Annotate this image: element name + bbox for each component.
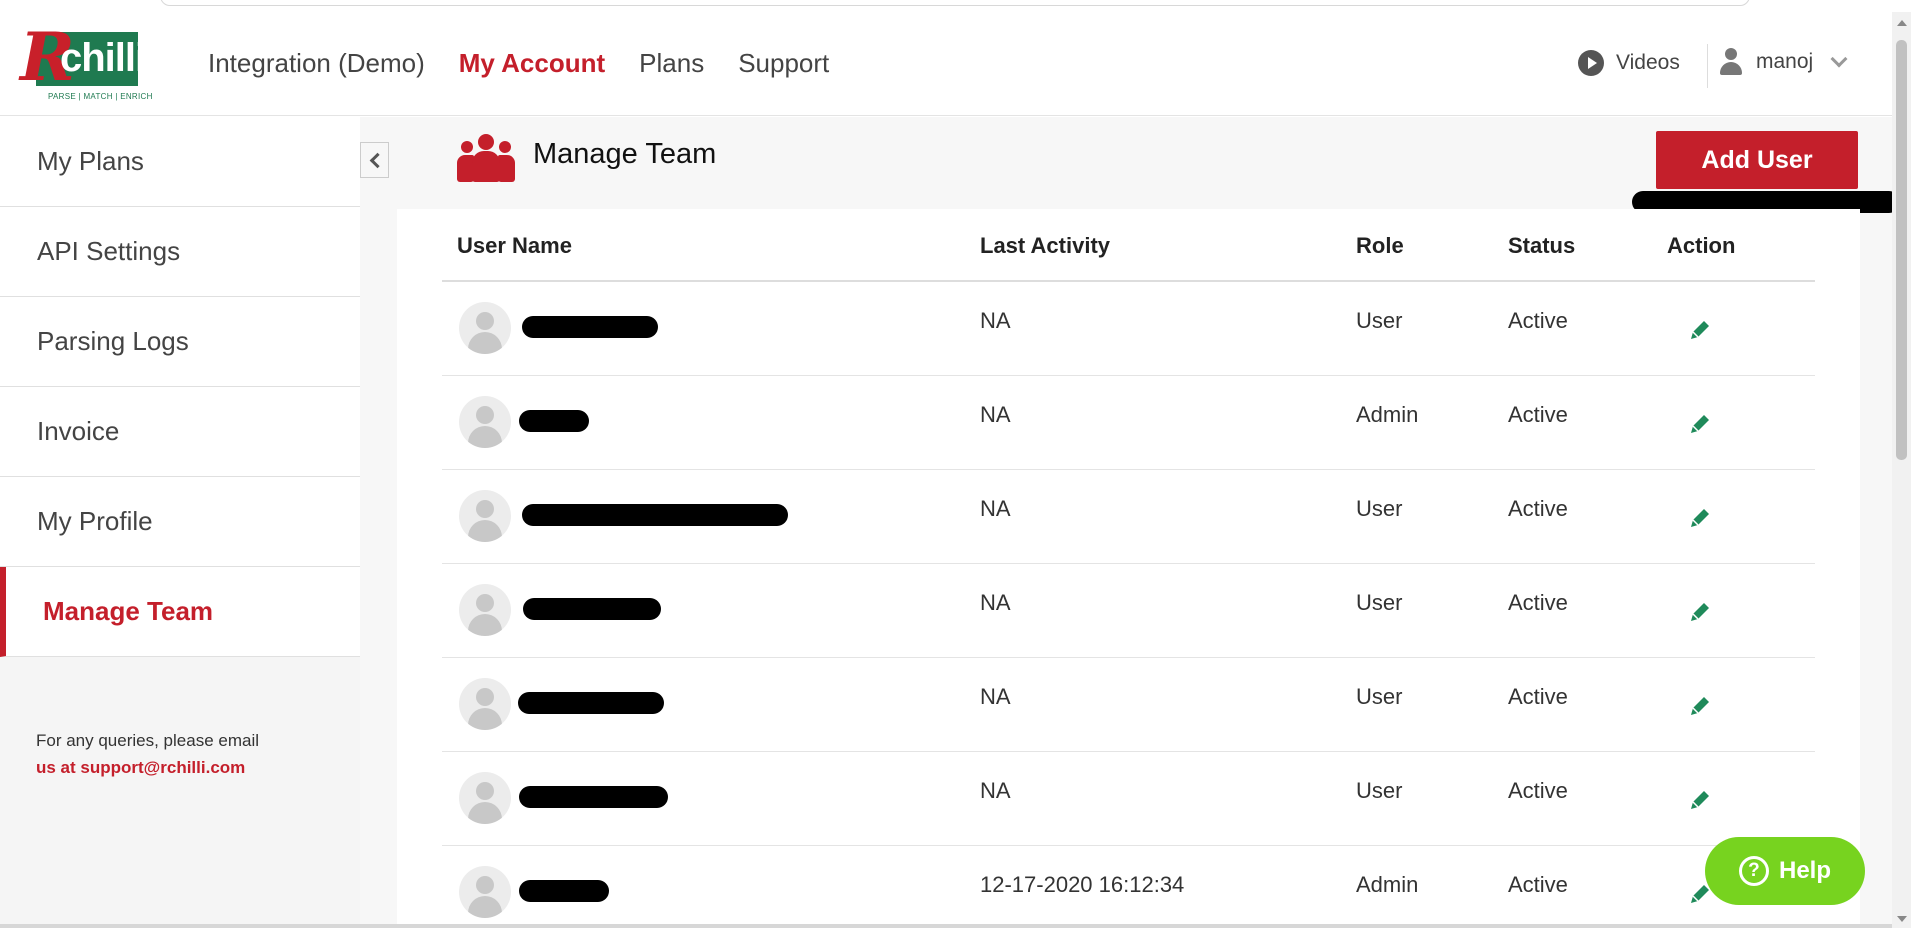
support-note: For any queries, please email us at supp… <box>36 727 259 781</box>
status: Active <box>1508 496 1568 521</box>
team-table-card: User Name Last Activity Role Status Acti… <box>397 209 1860 928</box>
header-divider <box>1707 44 1708 88</box>
sidebar-item-my-profile[interactable]: My Profile <box>0 477 360 567</box>
address-bar-edge <box>160 0 1750 6</box>
table-row: NA User Active <box>442 752 1815 846</box>
chevron-down-icon <box>1830 50 1848 68</box>
table-row: NA Admin Active <box>442 376 1815 470</box>
redacted-user-name <box>519 410 589 432</box>
avatar <box>459 584 511 636</box>
play-icon <box>1578 50 1604 76</box>
avatar <box>459 772 511 824</box>
redacted-user-name <box>518 692 664 714</box>
edit-pencil-icon[interactable] <box>1687 317 1713 343</box>
avatar <box>459 866 511 918</box>
user-menu[interactable]: manoj <box>1718 48 1848 76</box>
top-nav: Integration (Demo) My Account Plans Supp… <box>208 48 829 79</box>
role: User <box>1356 778 1403 803</box>
status: Active <box>1508 402 1568 427</box>
status: Active <box>1508 590 1568 615</box>
table-header: User Name Last Activity Role Status Acti… <box>442 209 1815 282</box>
support-note-text: For any queries, please email <box>36 731 260 750</box>
column-status: Status <box>1508 233 1576 258</box>
rchilli-logo[interactable]: R chilli PARSE | MATCH | ENRICH <box>20 22 152 106</box>
team-icon <box>457 134 515 182</box>
scroll-down-arrow-icon[interactable] <box>1897 916 1907 922</box>
sidebar-collapse-button[interactable] <box>360 142 389 178</box>
edit-pencil-icon[interactable] <box>1687 599 1713 625</box>
question-icon: ? <box>1738 856 1769 886</box>
avatar <box>459 396 511 448</box>
nav-integration-demo[interactable]: Integration (Demo) <box>208 48 425 79</box>
edit-pencil-icon[interactable] <box>1687 787 1713 813</box>
help-button[interactable]: ? Help <box>1705 837 1865 905</box>
nav-my-account[interactable]: My Account <box>459 48 605 79</box>
browser-top-strip <box>0 0 1911 12</box>
table-row: NA User Active <box>442 470 1815 564</box>
role: User <box>1356 496 1403 521</box>
table-row: NA User Active <box>442 658 1815 752</box>
role: Admin <box>1356 402 1419 427</box>
column-role: Role <box>1356 233 1404 258</box>
scroll-up-arrow-icon[interactable] <box>1897 20 1907 26</box>
logo-tagline: PARSE | MATCH | ENRICH <box>48 92 153 101</box>
table-row: 12-17-2020 16:12:34 Admin Active <box>442 846 1815 928</box>
column-action: Action <box>1667 233 1736 258</box>
role: User <box>1356 684 1403 709</box>
sidebar-item-my-plans[interactable]: My Plans <box>0 117 360 207</box>
last-activity: NA <box>980 308 1011 333</box>
redacted-user-name <box>522 504 788 526</box>
app-header: R chilli PARSE | MATCH | ENRICH Integrat… <box>0 12 1892 116</box>
add-user-button[interactable]: Add User <box>1656 131 1858 189</box>
sidebar-item-invoice[interactable]: Invoice <box>0 387 360 477</box>
last-activity: NA <box>980 684 1011 709</box>
status: Active <box>1508 684 1568 709</box>
nav-support[interactable]: Support <box>738 48 829 79</box>
username: manoj <box>1756 50 1814 73</box>
last-activity: NA <box>980 778 1011 803</box>
videos-link[interactable]: Videos <box>1578 50 1680 76</box>
avatar <box>459 490 511 542</box>
sidebar: My Plans API Settings Parsing Logs Invoi… <box>0 117 360 928</box>
status: Active <box>1508 308 1568 333</box>
last-activity: NA <box>980 590 1011 615</box>
redacted-user-name <box>519 880 609 902</box>
videos-label: Videos <box>1616 51 1680 74</box>
team-table: User Name Last Activity Role Status Acti… <box>442 209 1815 928</box>
column-user-name: User Name <box>457 233 572 258</box>
role: User <box>1356 308 1403 333</box>
help-label: Help <box>1778 857 1831 884</box>
sidebar-item-parsing-logs[interactable]: Parsing Logs <box>0 297 360 387</box>
scrollbar-thumb[interactable] <box>1896 40 1907 460</box>
redacted-user-name <box>519 786 668 808</box>
table-row: NA User Active <box>442 282 1815 376</box>
avatar <box>459 678 511 730</box>
status: Active <box>1508 778 1568 803</box>
page-scrollbar[interactable] <box>1892 12 1911 928</box>
last-activity: NA <box>980 496 1011 521</box>
edit-pencil-icon[interactable] <box>1687 505 1713 531</box>
sidebar-item-api-settings[interactable]: API Settings <box>0 207 360 297</box>
page-title: Manage Team <box>533 138 717 170</box>
user-icon <box>1718 48 1744 76</box>
edit-pencil-icon[interactable] <box>1687 411 1713 437</box>
status: Active <box>1508 872 1568 897</box>
support-email-link[interactable]: us at support@rchilli.com <box>36 754 259 781</box>
column-last-activity: Last Activity <box>980 233 1111 258</box>
role: Admin <box>1356 872 1419 897</box>
last-activity: 12-17-2020 16:12:34 <box>980 872 1185 897</box>
chevron-left-icon <box>369 152 385 168</box>
redacted-user-name <box>523 598 661 620</box>
role: User <box>1356 590 1403 615</box>
avatar <box>459 302 511 354</box>
logo-text: chilli <box>60 36 146 80</box>
last-activity: NA <box>980 402 1011 427</box>
redacted-user-name <box>522 316 658 338</box>
edit-pencil-icon[interactable] <box>1687 693 1713 719</box>
sidebar-item-manage-team[interactable]: Manage Team <box>0 567 360 657</box>
main-content: Manage Team Add User User Name Last Acti… <box>360 117 1900 928</box>
nav-plans[interactable]: Plans <box>639 48 704 79</box>
table-row: NA User Active <box>442 564 1815 658</box>
bottom-edge <box>0 924 1892 928</box>
